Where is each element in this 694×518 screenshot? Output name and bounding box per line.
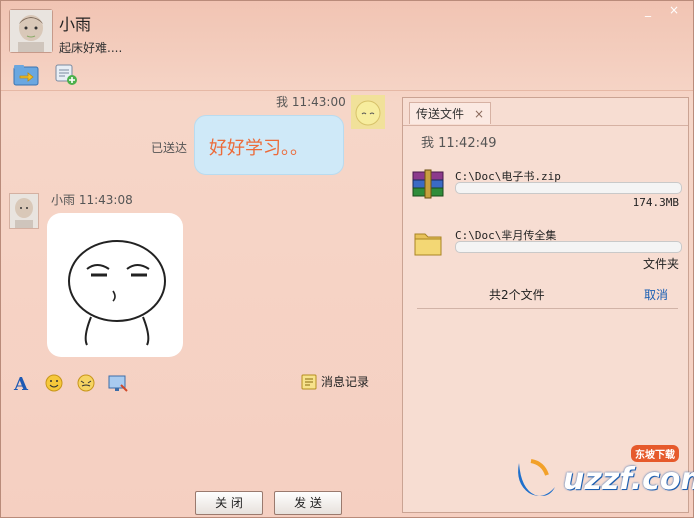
tab-label: 传送文件 — [416, 107, 465, 121]
contact-small-avatar[interactable] — [9, 193, 39, 229]
close-button[interactable]: 关 闭 — [195, 491, 263, 515]
history-icon — [301, 374, 317, 389]
tab-close-icon[interactable]: × — [474, 103, 484, 125]
zip-archive-icon — [411, 168, 445, 202]
gif-emoji-icon[interactable] — [75, 373, 97, 393]
minimize-button[interactable]: _ — [635, 3, 661, 19]
message-history-label: 消息记录 — [321, 375, 370, 389]
screenshot-icon[interactable] — [107, 373, 129, 393]
header-divider — [1, 90, 693, 91]
delivery-status: 已送达 — [151, 141, 188, 155]
my-message-bubble: 好好学习。。 — [194, 115, 344, 175]
window-controls: _ × — [635, 3, 687, 19]
close-window-button[interactable]: × — [661, 3, 687, 19]
folder-icon — [411, 226, 445, 260]
baby-portrait-icon — [10, 194, 38, 228]
contact-status: 起床好难.... — [59, 41, 123, 55]
my-message-text: 好好学习。。 — [209, 138, 308, 159]
emoji-icon[interactable] — [43, 373, 65, 393]
watermark-text: uzzf.com — [563, 461, 694, 497]
contact-message-bubble — [47, 213, 183, 357]
contact-nickname: 小雨 — [59, 15, 92, 34]
baby-portrait-icon — [10, 10, 52, 52]
sticker-face-icon — [68, 240, 166, 346]
svg-text:A: A — [13, 374, 29, 393]
message-history-button[interactable]: 消息记录 — [301, 373, 369, 390]
file-progress-bar — [455, 241, 682, 253]
add-chat-icon[interactable] — [53, 63, 79, 87]
uzzf-logo-icon — [518, 459, 555, 496]
chat-window: _ × 小雨 起床好难.... 我 11:43:00 已送达 好好学习。。 小雨… — [0, 0, 694, 518]
tab-file-transfer[interactable]: 传送文件 × — [409, 102, 491, 124]
file-size: 174.3MB — [632, 196, 679, 209]
cartoon-face-icon — [351, 95, 385, 129]
send-button[interactable]: 发 送 — [274, 491, 342, 515]
contact-avatar[interactable] — [9, 9, 53, 53]
transfer-sender-time: 我 11:42:49 — [421, 136, 497, 151]
my-avatar[interactable] — [351, 95, 385, 129]
file-progress-bar — [455, 182, 682, 194]
file-count: 共2个文件 — [489, 288, 545, 302]
watermark-logo: uzzf.com 东坡下载 — [513, 445, 694, 501]
cancel-transfer-link[interactable]: 取消 — [644, 286, 668, 303]
my-message-meta: 我 11:43:00 — [276, 95, 346, 109]
contact-message-meta: 小雨 11:43:08 — [51, 193, 133, 207]
file-type-label: 文件夹 — [642, 257, 679, 271]
panel-divider — [417, 308, 678, 309]
tab-underline — [403, 125, 688, 126]
send-file-icon[interactable] — [13, 63, 39, 87]
font-icon[interactable]: A — [11, 373, 33, 395]
watermark-tag: 东坡下载 — [631, 445, 679, 462]
